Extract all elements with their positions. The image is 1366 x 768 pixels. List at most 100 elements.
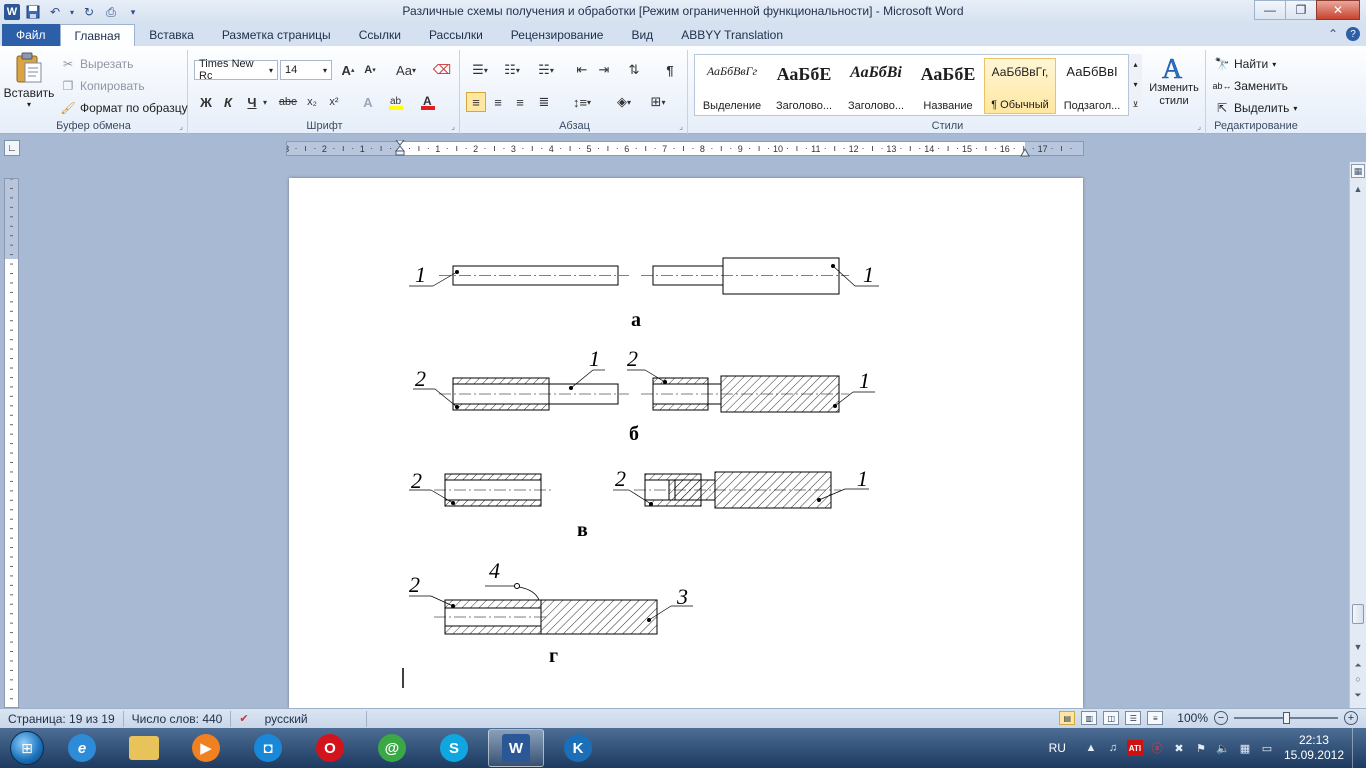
page-count[interactable]: Страница: 19 из 19 — [0, 710, 124, 727]
tab-view[interactable]: Вид — [617, 24, 667, 46]
clear-formatting-icon[interactable]: ⌫ — [432, 60, 452, 80]
tab-selector-icon[interactable]: ∟ — [4, 140, 20, 156]
borders-icon[interactable]: ⊞ ▾ — [644, 92, 672, 112]
network-icon[interactable]: ▦ — [1237, 740, 1253, 756]
minimize-button[interactable]: — — [1254, 0, 1286, 20]
paragraph-launcher-icon[interactable]: ⌟ — [679, 122, 683, 131]
start-button[interactable]: ⊞ — [0, 728, 54, 768]
highlight-icon[interactable]: ab — [386, 92, 406, 112]
tab-references[interactable]: Ссылки — [345, 24, 415, 46]
maximize-button[interactable]: ❐ — [1285, 0, 1317, 20]
style-emphasis[interactable]: АаБбВвГг Выделение — [696, 58, 768, 114]
line-spacing-icon[interactable]: ↕≡ ▾ — [568, 92, 596, 112]
superscript-icon[interactable]: x² — [324, 92, 344, 112]
document-page[interactable]: 1 1 2 1 2 1 2 2 1 2 4 3 а б в г — [289, 178, 1083, 708]
align-right-icon[interactable]: ≡ — [510, 92, 530, 112]
text-effects-icon[interactable]: A — [358, 92, 378, 112]
change-case-icon[interactable]: Aa ▾ — [392, 60, 420, 80]
decrease-indent-icon[interactable]: ⇤ — [572, 60, 592, 80]
taskbar-explorer[interactable] — [116, 729, 172, 767]
bold-icon[interactable]: Ж — [196, 92, 216, 112]
ati-icon[interactable]: ATI — [1126, 740, 1143, 756]
customize-qat-icon[interactable]: ▾ — [124, 3, 142, 21]
font-launcher-icon[interactable]: ⌟ — [451, 122, 455, 131]
underline-icon[interactable]: Ч — [242, 92, 262, 112]
show-desktop-button[interactable] — [1352, 728, 1366, 768]
zoom-level[interactable]: 100% — [1177, 711, 1208, 725]
font-name-combo[interactable]: Times New Rc ▾ — [194, 58, 278, 82]
style-subtitle[interactable]: АаБбВвІ Подзагол... — [1056, 58, 1128, 114]
flash-icon[interactable]: ⓐ — [1149, 740, 1165, 756]
undo-icon[interactable]: ↶ — [46, 3, 64, 21]
zoom-slider-knob[interactable] — [1282, 712, 1290, 724]
right-indent-marker-icon[interactable] — [1020, 146, 1030, 157]
word-app-icon[interactable]: W — [4, 4, 20, 20]
multilevel-list-icon[interactable]: ☵ ▾ — [532, 60, 560, 80]
vertical-scrollbar[interactable]: ▦ ▲ ▼ ⏶ ○ ⏷ — [1349, 162, 1366, 708]
format-painter-button[interactable]: 🖌 Формат по образцу — [60, 100, 187, 116]
save-icon[interactable] — [24, 3, 42, 21]
shading-icon[interactable]: ◈ ▾ — [610, 92, 638, 112]
change-styles-button[interactable]: A Изменить стили — [1144, 52, 1204, 108]
font-color-icon[interactable]: A — [418, 92, 438, 112]
justify-icon[interactable]: ≣ — [534, 92, 554, 112]
next-page-icon[interactable]: ⏷ — [1351, 688, 1365, 702]
tab-page-layout[interactable]: Разметка страницы — [208, 24, 345, 46]
vertical-ruler[interactable] — [4, 178, 19, 708]
style-normal[interactable]: АаБбВвГг, ¶ Обычный — [984, 58, 1056, 114]
grow-font-icon[interactable]: A ▴ — [338, 60, 358, 80]
language-status[interactable]: русский — [257, 710, 367, 727]
select-button[interactable]: ⇱ Выделить ▾ — [1214, 100, 1297, 116]
show-marks-icon[interactable]: ¶ — [660, 60, 680, 80]
copy-button[interactable]: ❐ Копировать — [60, 78, 145, 94]
battery-icon[interactable]: ▭ — [1259, 740, 1275, 756]
find-button[interactable]: 🔭 Найти ▾ — [1214, 56, 1277, 72]
show-hidden-icons-icon[interactable]: ▲ — [1083, 740, 1099, 756]
taskbar-word[interactable]: W — [488, 729, 544, 767]
style-heading-2[interactable]: АаБбВі Заголово... — [840, 58, 912, 114]
underline-dropdown-icon[interactable]: ▾ — [260, 92, 270, 112]
styles-launcher-icon[interactable]: ⌟ — [1197, 122, 1201, 131]
full-screen-reading-icon[interactable]: ▥ — [1081, 711, 1098, 725]
previous-page-icon[interactable]: ⏶ — [1351, 658, 1365, 672]
outline-icon[interactable]: ☰ — [1125, 711, 1142, 725]
taskbar-app-4[interactable]: ◘ — [240, 729, 296, 767]
paste-button[interactable]: Вставить ▾ — [4, 52, 54, 109]
tab-abbyy[interactable]: ABBYY Translation — [667, 24, 797, 46]
print-layout-icon[interactable]: ▤ — [1059, 711, 1076, 725]
more-styles-icon[interactable]: ⊻ — [1129, 94, 1142, 114]
clipboard-launcher-icon[interactable]: ⌟ — [179, 122, 183, 131]
taskbar-ie[interactable]: e — [54, 729, 110, 767]
undo-dropdown-icon[interactable]: ▾ — [68, 3, 76, 21]
tab-mailings[interactable]: Рассылки — [415, 24, 497, 46]
strikethrough-icon[interactable]: abe — [276, 92, 300, 112]
chevron-down-icon[interactable]: ▾ — [1129, 74, 1142, 94]
taskbar-skype[interactable]: S — [426, 729, 482, 767]
scroll-down-icon[interactable]: ▼ — [1351, 640, 1365, 654]
align-left-icon[interactable]: ≡ — [466, 92, 486, 112]
chevron-up-icon[interactable]: ▴ — [1129, 54, 1142, 74]
proofing-status[interactable]: ✔ — [231, 711, 256, 727]
close-button[interactable]: ✕ — [1316, 0, 1360, 20]
scrollbar-thumb[interactable] — [1352, 604, 1364, 624]
zoom-slider[interactable] — [1234, 712, 1338, 724]
taskbar-opera[interactable]: O — [302, 729, 358, 767]
web-layout-icon[interactable]: ◫ — [1103, 711, 1120, 725]
indent-marker-icon[interactable] — [394, 139, 406, 156]
ruler-toggle-icon[interactable]: ▦ — [1351, 164, 1365, 178]
font-size-combo[interactable]: 14 ▾ — [280, 60, 332, 80]
network-error-icon[interactable]: ✖ — [1171, 740, 1187, 756]
subscript-icon[interactable]: x₂ — [302, 92, 322, 112]
increase-indent-icon[interactable]: ⇥ — [594, 60, 614, 80]
numbering-icon[interactable]: ☷ ▾ — [498, 60, 526, 80]
align-center-icon[interactable]: ≡ — [488, 92, 508, 112]
cut-button[interactable]: ✂ Вырезать — [60, 56, 133, 72]
help-icon[interactable]: ? — [1346, 27, 1360, 41]
redo-icon[interactable]: ↻ — [80, 3, 98, 21]
sort-icon[interactable]: ⇅ — [624, 60, 644, 80]
action-center-icon[interactable]: ⚑ — [1193, 740, 1209, 756]
volume-icon[interactable]: 🔈 — [1215, 740, 1231, 756]
tab-insert[interactable]: Вставка — [135, 24, 208, 46]
tab-home[interactable]: Главная — [59, 24, 136, 46]
taskbar-icq[interactable]: @ — [364, 729, 420, 767]
